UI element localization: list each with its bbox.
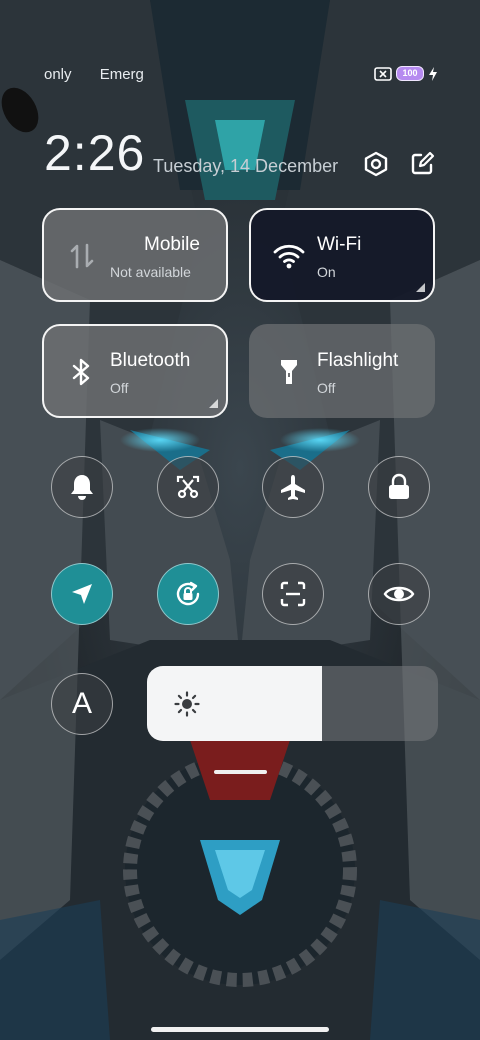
wifi-icon bbox=[273, 240, 305, 272]
brightness-slider[interactable] bbox=[147, 666, 438, 741]
bell-icon bbox=[71, 475, 93, 500]
tile-bluetooth[interactable]: Bluetooth Off bbox=[42, 324, 228, 418]
tile-mobile-data[interactable]: Mobile Not available bbox=[42, 208, 228, 302]
tile-wifi[interactable]: Wi-Fi On bbox=[249, 208, 435, 302]
tile-bluetooth-title: Bluetooth bbox=[110, 350, 191, 371]
toggle-lock-screen[interactable] bbox=[368, 456, 430, 518]
tile-mobile-subtitle: Not available bbox=[110, 264, 191, 280]
status-carrier-2: Emerg bbox=[99, 66, 144, 83]
status-bar-icons: 100 bbox=[374, 66, 438, 81]
toggle-screenshot[interactable] bbox=[157, 456, 219, 518]
date-text: Tuesday, 14 December bbox=[153, 156, 339, 176]
toggle-reading-mode[interactable] bbox=[368, 563, 430, 625]
rotation-lock-icon bbox=[176, 581, 200, 606]
scissors-screenshot-icon bbox=[176, 475, 200, 499]
clock-time: 2:26 bbox=[44, 125, 146, 181]
home-indicator[interactable] bbox=[151, 1027, 329, 1032]
edit-button[interactable] bbox=[407, 149, 437, 179]
eye-icon bbox=[383, 586, 415, 602]
sim-disabled-icon bbox=[374, 66, 392, 81]
toggle-rotation-lock[interactable] bbox=[157, 563, 219, 625]
tile-flashlight[interactable]: Flashlight Off bbox=[249, 324, 435, 418]
toggle-ring[interactable] bbox=[51, 456, 113, 518]
status-carrier-1: only bbox=[44, 66, 72, 83]
panel-drag-handle[interactable] bbox=[214, 770, 267, 774]
status-bar-carrier-text: only Emerg bbox=[44, 66, 168, 83]
tile-wifi-subtitle: On bbox=[317, 264, 336, 280]
settings-hexagon-icon bbox=[364, 151, 388, 177]
mobile-data-icon bbox=[66, 240, 98, 272]
battery-icon: 100 bbox=[396, 66, 424, 81]
tile-bluetooth-subtitle: Off bbox=[110, 380, 129, 396]
tile-flashlight-title: Flashlight bbox=[317, 350, 399, 371]
sun-icon bbox=[174, 691, 200, 717]
tile-mobile-title: Mobile bbox=[144, 234, 200, 255]
tile-flashlight-subtitle: Off bbox=[317, 380, 336, 396]
settings-button[interactable] bbox=[361, 149, 391, 179]
expand-corner-icon[interactable] bbox=[416, 283, 425, 292]
toggle-location[interactable] bbox=[51, 563, 113, 625]
expand-corner-icon[interactable] bbox=[209, 399, 218, 408]
toggle-airplane-mode[interactable] bbox=[262, 456, 324, 518]
bluetooth-icon bbox=[66, 356, 98, 388]
toggle-auto-brightness[interactable]: A bbox=[51, 673, 113, 735]
toggle-scanner[interactable] bbox=[262, 563, 324, 625]
flashlight-icon bbox=[273, 356, 305, 388]
auto-brightness-label: A bbox=[71, 687, 92, 720]
scan-icon bbox=[280, 581, 306, 607]
tile-wifi-title: Wi-Fi bbox=[317, 234, 362, 255]
edit-icon bbox=[411, 151, 435, 175]
charging-bolt-icon bbox=[429, 66, 437, 81]
lock-icon bbox=[389, 473, 409, 499]
airplane-icon bbox=[281, 475, 305, 500]
location-arrow-icon bbox=[72, 584, 92, 604]
